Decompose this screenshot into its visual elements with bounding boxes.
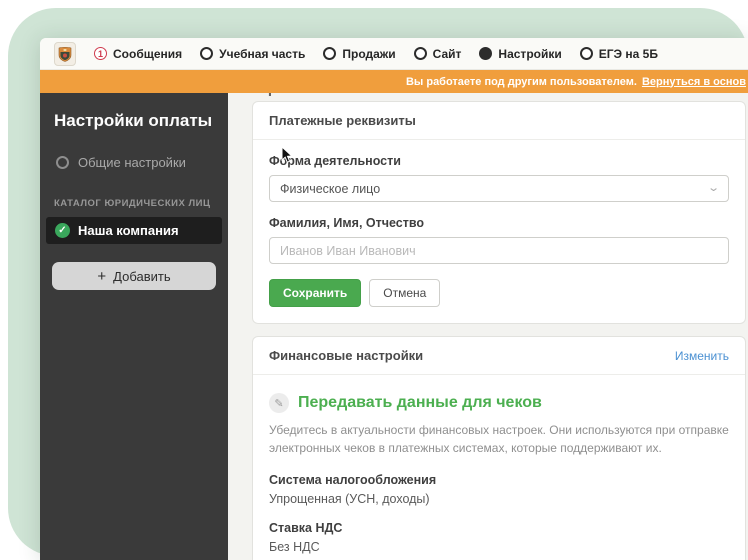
vat-rate-field: Ставка НДС Без НДС bbox=[269, 521, 729, 554]
nav-item-messages[interactable]: 1 Сообщения bbox=[94, 47, 182, 61]
return-to-main-account-link[interactable]: Вернуться в основ bbox=[642, 76, 746, 88]
banner-message: Вы работаете под другим пользователем. bbox=[405, 75, 637, 88]
payment-card-header: Платежные реквизиты bbox=[253, 102, 745, 140]
nav-item-settings[interactable]: Настройки bbox=[479, 46, 562, 61]
cancel-button[interactable]: Отмена bbox=[369, 279, 441, 307]
nav-item-label: Сообщения bbox=[113, 46, 183, 61]
activity-form-select[interactable]: Физическое лицо ⌄ bbox=[269, 175, 729, 202]
finance-description: Убедитесь в актуальности финансовых наст… bbox=[269, 423, 729, 455]
field-label: Ставка НДС bbox=[269, 521, 343, 535]
chevron-down-icon: ⌄ bbox=[706, 182, 720, 194]
radio-empty-icon bbox=[579, 47, 593, 60]
activity-form-selected-value: Физическое лицо bbox=[280, 181, 381, 196]
nav-item-label: ЕГЭ на 5Б bbox=[598, 46, 658, 61]
field-value: Упрощенная (УСН, доходы) bbox=[269, 492, 430, 506]
receipts-data-heading: Передавать данные для чеков bbox=[298, 394, 542, 411]
save-button[interactable]: Сохранить bbox=[269, 279, 362, 307]
radio-empty-icon bbox=[413, 47, 427, 60]
sidebar-item-label: Общие настройки bbox=[78, 155, 186, 170]
nav-item-label: Сайт bbox=[432, 46, 462, 61]
sidebar-item-label: Наша компания bbox=[78, 223, 179, 238]
finance-card-title: Финансовые настройки bbox=[269, 348, 424, 363]
top-navbar: 1 Сообщения Учебная часть Продажи Сайт Н… bbox=[40, 38, 748, 70]
legal-entities-catalog-header: КАТАЛОГ ЮРИДИЧЕСКИХ ЛИЦ bbox=[54, 198, 211, 209]
radio-empty-icon bbox=[200, 47, 214, 60]
payment-details-card: Платежные реквизиты Форма деятельности Ф… bbox=[252, 101, 746, 324]
tax-system-field: Система налогообложения Упрощенная (УСН,… bbox=[269, 473, 729, 506]
main-content: Настройки оплаты Платежные реквизиты Фор… bbox=[228, 80, 748, 560]
radio-empty-icon bbox=[323, 47, 337, 60]
finance-settings-card: Финансовые настройки Изменить ✎ Передава… bbox=[252, 336, 746, 560]
messages-count-badge-icon: 1 bbox=[94, 47, 107, 60]
sidebar-item-general-settings[interactable]: Общие настройки bbox=[40, 135, 228, 176]
nav-item-label: Учебная часть bbox=[219, 46, 306, 61]
plus-icon: + bbox=[97, 267, 107, 285]
impersonation-banner: Вы работаете под другим пользователем. В… bbox=[40, 70, 748, 93]
radio-empty-icon bbox=[56, 156, 69, 169]
finance-card-header: Финансовые настройки Изменить bbox=[253, 337, 745, 375]
nav-item-label: Продажи bbox=[342, 46, 396, 61]
full-name-label: Фамилия, Имя, Отчество bbox=[269, 216, 425, 230]
nav-item-study[interactable]: Учебная часть bbox=[200, 47, 305, 61]
nav-item-ege[interactable]: ЕГЭ на 5Б bbox=[579, 46, 658, 61]
add-company-label: Добавить bbox=[113, 268, 171, 284]
full-name-input[interactable] bbox=[269, 237, 729, 264]
nav-item-label: Настройки bbox=[498, 46, 562, 61]
sidebar-title: Настройки оплаты bbox=[54, 111, 213, 130]
nav-item-site[interactable]: Сайт bbox=[413, 46, 462, 61]
receipts-data-heading-row: ✎ Передавать данные для чеков bbox=[269, 393, 729, 413]
field-value: Без НДС bbox=[269, 540, 320, 554]
activity-form-label: Форма деятельности bbox=[269, 154, 401, 168]
app-window: 1 Сообщения Учебная часть Продажи Сайт Н… bbox=[40, 38, 748, 560]
check-circle-icon: ✓ bbox=[55, 223, 70, 238]
payment-settings-sidebar: Настройки оплаты Общие настройки КАТАЛОГ… bbox=[40, 93, 228, 560]
radio-filled-icon bbox=[479, 47, 493, 60]
sidebar-item-our-company[interactable]: ✓ Наша компания bbox=[46, 217, 222, 244]
nav-item-sales[interactable]: Продажи bbox=[323, 46, 396, 61]
payment-card-title: Платежные реквизиты bbox=[269, 113, 416, 128]
add-company-button[interactable]: + Добавить bbox=[52, 262, 216, 290]
school-crest-logo[interactable] bbox=[54, 41, 76, 66]
pencil-icon: ✎ bbox=[269, 393, 289, 413]
edit-finance-link[interactable]: Изменить bbox=[675, 349, 729, 363]
field-label: Система налогообложения bbox=[269, 473, 437, 487]
crest-icon bbox=[58, 46, 72, 62]
